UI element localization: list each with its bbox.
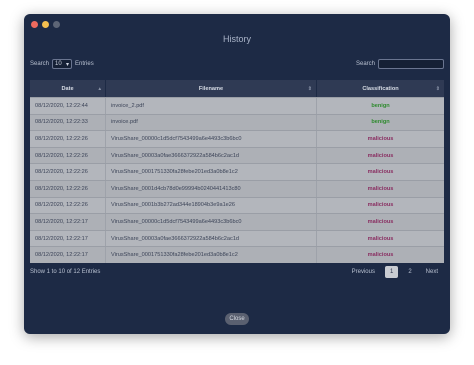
entries-control: Search 10 ▾ Entries bbox=[30, 59, 94, 69]
pagination-info: Show 1 to 10 of 12 Entries bbox=[30, 269, 101, 275]
classification-cell: malicious bbox=[367, 202, 394, 209]
entries-label: Entries bbox=[75, 61, 94, 67]
history-window: History Search 10 ▾ Entries Search Date … bbox=[24, 14, 450, 334]
filename-cell: invoice.pdf bbox=[106, 114, 317, 131]
search-input[interactable] bbox=[378, 59, 444, 69]
pagination: Previous 1 2 Next bbox=[348, 266, 442, 278]
classification-cell: benign bbox=[371, 119, 390, 126]
window-controls bbox=[31, 21, 60, 28]
filename-cell: invoice_2.pdf bbox=[106, 98, 317, 114]
date-cell: 08/12/2020, 12:22:26 bbox=[30, 147, 106, 164]
classification-cell: malicious bbox=[367, 252, 394, 259]
table-row[interactable]: 08/12/2020, 12:22:26 VirusShare_000175133… bbox=[30, 163, 444, 180]
column-header-date[interactable]: Date ▴ bbox=[30, 80, 106, 97]
sort-icon: ⇕ bbox=[435, 85, 440, 92]
table-row[interactable]: 08/12/2020, 12:22:26 VirusShare_00000c1d5… bbox=[30, 130, 444, 147]
table-body: 08/12/2020, 12:22:44 invoice_2.pdf benign 0… bbox=[30, 97, 444, 263]
date-cell: 08/12/2020, 12:22:26 bbox=[30, 164, 106, 180]
close-window-button[interactable] bbox=[31, 21, 38, 28]
date-cell: 08/12/2020, 12:22:26 bbox=[30, 131, 106, 147]
filename-cell: VirusShare_0001751330fa28febe201ed3a0b8e… bbox=[106, 164, 317, 180]
chevron-down-icon: ▾ bbox=[66, 61, 70, 68]
date-cell: 08/12/2020, 12:22:26 bbox=[30, 180, 106, 197]
filename-cell: VirusShare_0001751330fa28febe201ed3a0b8e… bbox=[106, 247, 317, 263]
column-header-filename[interactable]: Filename ⇕ bbox=[106, 80, 317, 97]
column-header-label: Date bbox=[61, 85, 74, 92]
sort-asc-icon: ▴ bbox=[98, 85, 101, 92]
classification-cell: benign bbox=[371, 102, 390, 109]
search-control: Search bbox=[356, 59, 444, 69]
next-page-button[interactable]: Next bbox=[422, 266, 442, 278]
previous-page-button[interactable]: Previous bbox=[348, 266, 379, 278]
entries-select[interactable]: 10 ▾ bbox=[52, 59, 73, 69]
table-row[interactable]: 08/12/2020, 12:22:17 VirusShare_00003a0fa… bbox=[30, 229, 444, 247]
column-header-label: Filename bbox=[198, 85, 224, 92]
filename-cell: VirusShare_00003a0fae3666372922a584b6c2a… bbox=[106, 147, 317, 164]
history-table: Date ▴ Filename ⇕ Classification ⇕ 08/12… bbox=[30, 80, 444, 263]
table-row[interactable]: 08/12/2020, 12:22:26 VirusShare_0001d4cb7… bbox=[30, 179, 444, 197]
date-cell: 08/12/2020, 12:22:44 bbox=[30, 98, 106, 114]
classification-cell: malicious bbox=[367, 235, 394, 242]
page-1-button[interactable]: 1 bbox=[384, 266, 399, 278]
date-cell: 08/12/2020, 12:22:33 bbox=[30, 114, 106, 131]
classification-cell: malicious bbox=[367, 169, 394, 176]
window-title: History bbox=[222, 34, 251, 44]
page-2-button[interactable]: 2 bbox=[404, 266, 415, 278]
filename-cell: VirusShare_00000c1d5dcf7543499a6e4493c3b… bbox=[106, 214, 317, 230]
search-label-left: Search bbox=[30, 61, 50, 67]
classification-cell: malicious bbox=[367, 135, 394, 142]
table-header: Date ▴ Filename ⇕ Classification ⇕ bbox=[30, 80, 444, 97]
table-row[interactable]: 08/12/2020, 12:22:17 VirusShare_00000c1d5… bbox=[30, 213, 444, 230]
date-cell: 08/12/2020, 12:22:26 bbox=[30, 197, 106, 214]
filename-cell: VirusShare_0001d4cb78d0e99994b0240441413… bbox=[106, 180, 317, 197]
date-cell: 08/12/2020, 12:22:17 bbox=[30, 230, 106, 247]
close-button[interactable]: Close bbox=[225, 313, 249, 325]
table-row[interactable]: 08/12/2020, 12:22:26 VirusShare_00003a0fa… bbox=[30, 146, 444, 164]
minimize-window-button[interactable] bbox=[42, 21, 49, 28]
sort-icon: ⇕ bbox=[307, 85, 312, 92]
classification-cell: malicious bbox=[367, 152, 394, 159]
date-cell: 08/12/2020, 12:22:17 bbox=[30, 214, 106, 230]
filename-cell: VirusShare_0001b3b272ad344e18904b3e9a1e2… bbox=[106, 197, 317, 214]
classification-cell: malicious bbox=[367, 185, 394, 192]
classification-cell: malicious bbox=[367, 218, 394, 225]
entries-value: 10 bbox=[55, 61, 62, 67]
date-cell: 08/12/2020, 12:22:17 bbox=[30, 247, 106, 263]
table-row[interactable]: 08/12/2020, 12:22:26 VirusShare_0001b3b27… bbox=[30, 196, 444, 214]
filename-cell: VirusShare_00000c1d5dcf7543499a6e4493c3b… bbox=[106, 131, 317, 147]
column-header-label: Classification bbox=[362, 85, 399, 92]
table-row[interactable]: 08/12/2020, 12:22:33 invoice.pdf benign bbox=[30, 113, 444, 131]
column-header-classification[interactable]: Classification ⇕ bbox=[317, 80, 444, 97]
zoom-window-button[interactable] bbox=[53, 21, 60, 28]
table-row[interactable]: 08/12/2020, 12:22:17 VirusShare_000175133… bbox=[30, 246, 444, 263]
search-label-right: Search bbox=[355, 61, 375, 67]
table-row[interactable]: 08/12/2020, 12:22:44 invoice_2.pdf benign bbox=[30, 97, 444, 114]
filename-cell: VirusShare_00003a0fae3666372922a584b6c2a… bbox=[106, 230, 317, 247]
